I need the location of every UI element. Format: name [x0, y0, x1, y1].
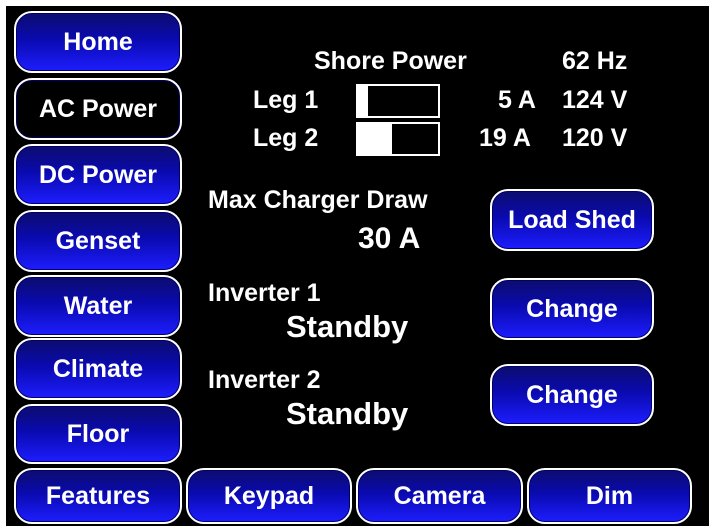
leg2-level-bar	[356, 122, 440, 156]
max-charger-draw-label: Max Charger Draw	[208, 186, 428, 214]
dim-button[interactable]: Dim	[527, 468, 692, 524]
nav-water-button[interactable]: Water	[14, 275, 182, 337]
keypad-button[interactable]: Keypad	[186, 468, 352, 524]
leg2-current: 19 A	[479, 124, 531, 152]
nav-features-button[interactable]: Features	[14, 468, 182, 524]
inverter1-label: Inverter 1	[208, 279, 321, 307]
inverter1-change-button[interactable]: Change	[490, 278, 654, 340]
leg2-label: Leg 2	[253, 124, 319, 152]
leg1-level-bar	[356, 84, 440, 118]
nav-climate-button[interactable]: Climate	[14, 338, 182, 400]
nav-home-button[interactable]: Home	[14, 11, 182, 73]
leg1-voltage: 124 V	[562, 86, 628, 114]
leg1-level-fill	[358, 86, 368, 116]
inverter2-label: Inverter 2	[208, 366, 321, 394]
nav-genset-button[interactable]: Genset	[14, 210, 182, 272]
leg2-level-fill	[358, 124, 392, 154]
max-charger-draw-value: 30 A	[358, 222, 421, 255]
nav-ac-power-button[interactable]: AC Power	[14, 78, 182, 140]
nav-dc-power-button[interactable]: DC Power	[14, 144, 182, 206]
leg2-voltage: 120 V	[562, 124, 628, 152]
nav-floor-button[interactable]: Floor	[14, 404, 182, 464]
inverter2-status: Standby	[286, 396, 409, 431]
shore-power-title: Shore Power	[314, 47, 467, 75]
leg1-current: 5 A	[498, 86, 536, 114]
shore-power-frequency: 62 Hz	[562, 47, 628, 75]
inverter2-change-button[interactable]: Change	[490, 364, 654, 426]
leg1-label: Leg 1	[253, 86, 319, 114]
camera-button[interactable]: Camera	[356, 468, 523, 524]
inverter1-status: Standby	[286, 309, 409, 344]
load-shed-button[interactable]: Load Shed	[490, 189, 654, 251]
touchscreen-panel: Home AC Power DC Power Genset Water Clim…	[6, 6, 709, 526]
